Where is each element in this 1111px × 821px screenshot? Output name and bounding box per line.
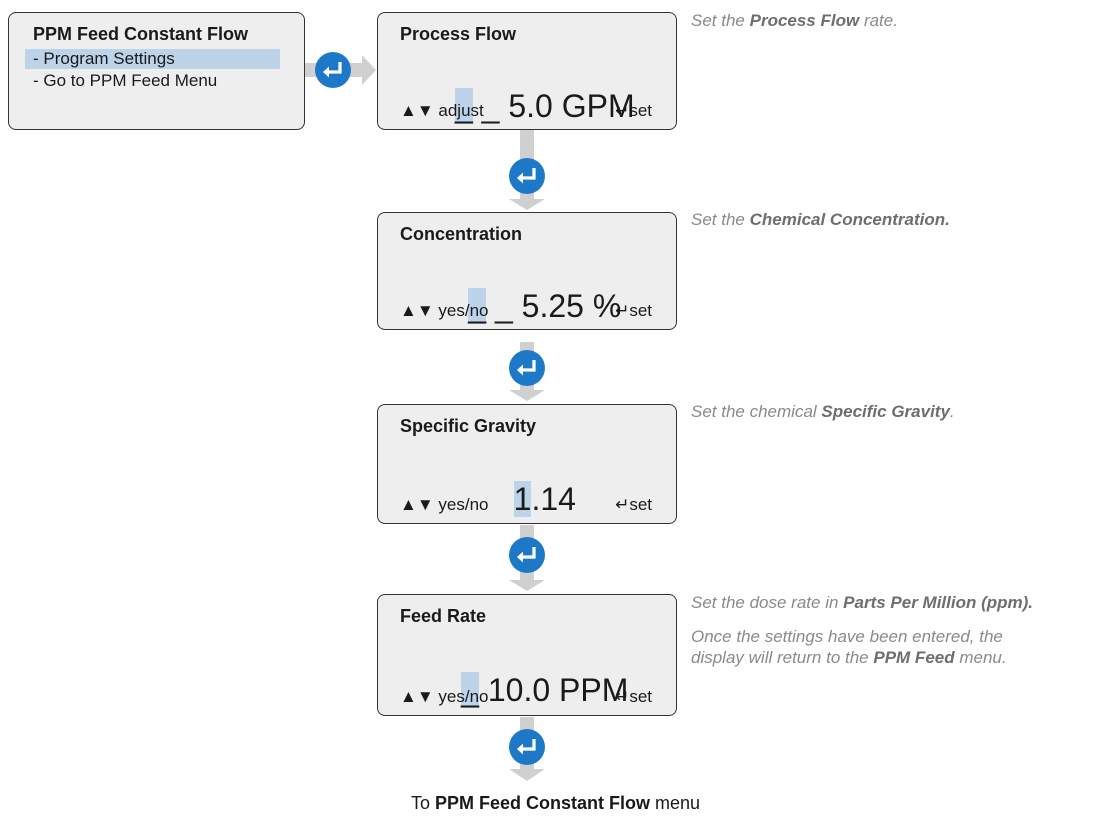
specific-gravity-screen: Specific Gravity 1.14 ▲▼ yes/no ↵set <box>377 404 677 524</box>
menu-item-program-settings[interactable]: - Program Settings <box>25 49 280 69</box>
set-hint: ↵set <box>615 687 652 706</box>
up-down-arrows-icon: ▲▼ <box>400 301 434 320</box>
up-down-arrows-icon: ▲▼ <box>400 495 434 514</box>
set-hint: ↵set <box>615 495 652 514</box>
yes-no-hint: ▲▼ yes/no <box>400 301 489 320</box>
screen-title: Concentration <box>400 224 523 244</box>
specific-gravity-note: Set the chemical Specific Gravity. <box>691 402 955 421</box>
enter-return-icon: ↵ <box>615 101 630 120</box>
enter-return-icon: ↵ <box>615 301 630 320</box>
screen-title: Feed Rate <box>400 606 487 626</box>
process-flow-note: Set the Process Flow rate. <box>691 11 898 30</box>
edit-cursor: 1 <box>513 481 532 517</box>
enter-button-icon[interactable] <box>508 157 546 195</box>
enter-button-icon[interactable] <box>314 51 352 89</box>
menu-title: PPM Feed Constant Flow <box>33 24 249 44</box>
return-note: Once the settings have been entered, the… <box>691 627 1007 667</box>
up-down-arrows-icon: ▲▼ <box>400 101 434 120</box>
value-text: _ 5.0 GPM <box>472 88 635 124</box>
screen-title: Specific Gravity <box>400 416 537 436</box>
feed-rate-note: Set the dose rate in Parts Per Million (… <box>691 593 1034 612</box>
menu-item-go-to-ppm-feed-menu[interactable]: - Go to PPM Feed Menu <box>33 71 217 91</box>
up-down-arrows-icon: ▲▼ <box>400 687 434 706</box>
value-text: _ 5.25 % <box>486 288 622 324</box>
value-text: .14 <box>531 481 576 517</box>
concentration-note: Set the Chemical Concentration. <box>691 210 950 229</box>
feed-rate-screen: Feed Rate _ 10.0 PPM ▲▼ yes/no ↵set <box>377 594 677 716</box>
concentration-screen: Concentration _ _ 5.25 % ▲▼ yes/no ↵set <box>377 212 677 330</box>
main-menu-screen: PPM Feed Constant Flow - Program Setting… <box>8 12 305 130</box>
yes-no-hint: ▲▼ yes/no <box>400 687 489 706</box>
set-hint: ↵set <box>615 101 652 120</box>
set-hint: ↵set <box>615 301 652 320</box>
yes-no-hint: ▲▼ yes/no <box>400 495 489 514</box>
enter-return-icon: ↵ <box>615 687 630 706</box>
value-text: 10.0 PPM <box>478 672 629 708</box>
enter-return-icon: ↵ <box>615 495 630 514</box>
process-flow-screen: Process Flow _ _ 5.0 GPM ▲▼ adjust ↵set <box>377 12 677 130</box>
return-caption: To PPM Feed Constant Flow menu <box>410 793 701 813</box>
adjust-hint: ▲▼ adjust <box>400 101 484 120</box>
screen-title: Process Flow <box>400 24 517 44</box>
